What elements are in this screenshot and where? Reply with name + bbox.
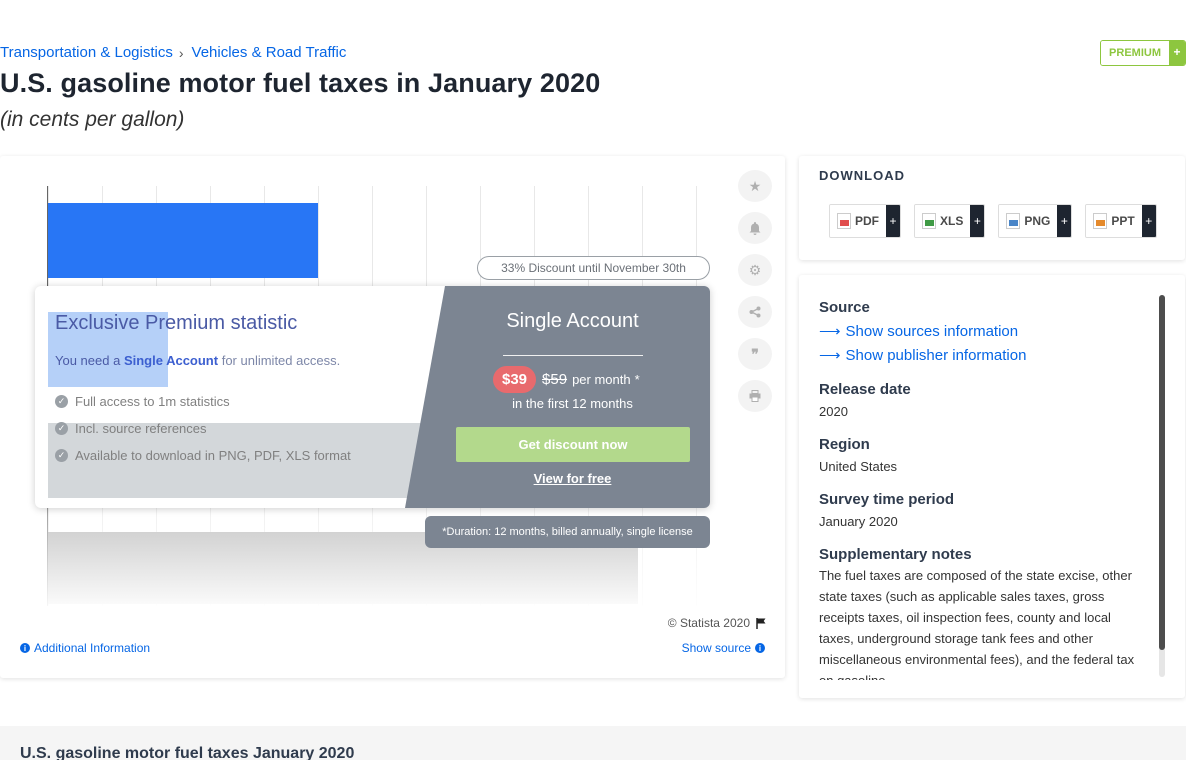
download-pdf-label: PDF [855, 214, 879, 228]
download-title: DOWNLOAD [819, 168, 905, 183]
flag-icon[interactable] [756, 617, 767, 629]
get-discount-button[interactable]: Get discount now [456, 427, 690, 462]
star-icon[interactable]: ★ [738, 170, 772, 202]
show-sources-text: Show sources information [845, 322, 1019, 340]
promo-headline: Exclusive Premium statistic [55, 312, 298, 334]
survey-period-label: Survey time period [819, 491, 955, 508]
promo-feature: ✓ Full access to 1m statistics [55, 394, 230, 409]
premium-badge[interactable]: PREMIUM + [1100, 40, 1186, 66]
premium-label: PREMIUM [1101, 41, 1169, 65]
region-label: Region [819, 436, 870, 453]
download-ppt-button[interactable]: PPT + [1085, 204, 1157, 238]
check-icon: ✓ [55, 422, 68, 435]
additional-information-text: Additional Information [34, 641, 151, 655]
show-publisher-text: Show publisher information [845, 346, 1027, 364]
info-icon: i [755, 643, 765, 653]
chart-toolbar: ★ ⚙ ❞ [738, 170, 772, 412]
download-xls-button[interactable]: XLS + [914, 204, 986, 238]
download-buttons: PDF + XLS + PNG + PPT + [829, 204, 1157, 238]
plus-icon: + [1057, 205, 1072, 237]
price-old: $59 [542, 371, 568, 388]
plus-icon: + [970, 205, 985, 237]
info-scrollbar[interactable] [1159, 295, 1165, 677]
promo-feature-text: Full access to 1m statistics [75, 394, 230, 409]
share-icon[interactable] [738, 296, 772, 328]
download-png-button[interactable]: PNG + [998, 204, 1073, 238]
copyright: © Statista 2020 [668, 616, 767, 630]
download-card: DOWNLOAD PDF + XLS + PNG + PPT + [799, 156, 1185, 260]
promo-feature-text: Incl. source references [75, 421, 207, 436]
xls-file-icon [922, 213, 936, 229]
supplementary-notes-value: The fuel taxes are composed of the state… [819, 568, 1135, 680]
promo-need-text: You need a Single Account for unlimited … [55, 353, 340, 368]
asterisk: * [634, 372, 640, 387]
first-year-note: in the first 12 months [512, 396, 633, 411]
plus-icon: + [1169, 41, 1185, 65]
download-pdf-main: PDF [830, 205, 886, 237]
png-file-icon [1006, 213, 1021, 229]
additional-information-link[interactable]: i Additional Information [20, 641, 150, 655]
download-xls-main: XLS [915, 205, 971, 237]
survey-period-value: January 2020 [819, 514, 898, 529]
info-icon: i [20, 643, 30, 653]
breadcrumb-link-transportation[interactable]: Transportation & Logistics [0, 44, 173, 61]
download-pdf-button[interactable]: PDF + [829, 204, 901, 238]
page-title: U.S. gasoline motor fuel taxes in Januar… [0, 68, 601, 98]
print-icon[interactable] [738, 380, 772, 412]
arrow-right-icon: ⟶ [819, 323, 841, 340]
breadcrumb: Transportation & Logistics › Vehicles & … [0, 44, 346, 61]
check-icon: ✓ [55, 449, 68, 462]
quote-icon[interactable]: ❞ [738, 338, 772, 370]
single-account-title: Single Account [506, 310, 639, 332]
release-date-value: 2020 [819, 404, 848, 419]
show-source-text: Show source [681, 641, 751, 655]
chart-bar[interactable] [48, 203, 318, 278]
download-xls-label: XLS [940, 214, 964, 228]
supplementary-notes-label: Supplementary notes [819, 546, 972, 563]
show-publisher-link[interactable]: ⟶ Show publisher information [819, 346, 1027, 365]
breadcrumb-link-vehicles[interactable]: Vehicles & Road Traffic [192, 44, 347, 61]
ppt-file-icon [1093, 213, 1108, 229]
promo-need-account: Single Account [123, 353, 219, 368]
promo-need-prefix: You need a [55, 353, 121, 368]
divider [503, 355, 643, 356]
scrollbar-thumb[interactable] [1159, 295, 1165, 650]
view-for-free-link[interactable]: View for free [435, 471, 710, 486]
region-value: United States [819, 459, 898, 474]
promo-feature: ✓ Available to download in PNG, PDF, XLS… [55, 448, 351, 463]
page: Transportation & Logistics › Vehicles & … [0, 0, 1186, 760]
copyright-text: © Statista 2020 [667, 616, 750, 630]
plus-icon: + [1141, 205, 1156, 237]
source-label: Source [819, 299, 870, 316]
promo-feature: ✓ Incl. source references [55, 421, 207, 436]
per-month-label: per month [572, 372, 631, 387]
chevron-right-icon: › [178, 44, 184, 61]
chart-card: ★ ⚙ ❞ 33% Discount until November 30th E… [0, 156, 785, 678]
download-png-label: PNG [1024, 214, 1051, 228]
premium-promo-panel: Exclusive Premium statistic You need a S… [35, 286, 710, 508]
duration-note: *Duration: 12 months, billed annually, s… [425, 516, 710, 548]
download-png-main: PNG [999, 205, 1058, 237]
bell-icon[interactable] [738, 212, 772, 244]
gear-icon[interactable]: ⚙ [738, 254, 772, 286]
download-ppt-label: PPT [1111, 214, 1135, 228]
promo-need-suffix: for unlimited access. [221, 353, 341, 368]
price-row: $39 $59 per month * [493, 366, 640, 393]
bottom-title: U.S. gasoline motor fuel taxes January 2… [20, 745, 355, 760]
price-new: $39 [493, 366, 537, 393]
arrow-right-icon: ⟶ [819, 347, 841, 364]
discount-pill: 33% Discount until November 30th [477, 256, 710, 280]
page-subtitle: (in cents per gallon) [0, 108, 185, 131]
release-date-label: Release date [819, 381, 911, 398]
download-ppt-main: PPT [1086, 205, 1142, 237]
show-sources-link[interactable]: ⟶ Show sources information [819, 322, 1019, 341]
show-source-link[interactable]: Show source i [682, 641, 765, 655]
statistic-info-card: Source ⟶ Show sources information ⟶ Show… [799, 275, 1185, 698]
pdf-file-icon [837, 213, 851, 229]
promo-feature-text: Available to download in PNG, PDF, XLS f… [75, 448, 351, 463]
check-icon: ✓ [55, 395, 68, 408]
plus-icon: + [886, 205, 900, 237]
